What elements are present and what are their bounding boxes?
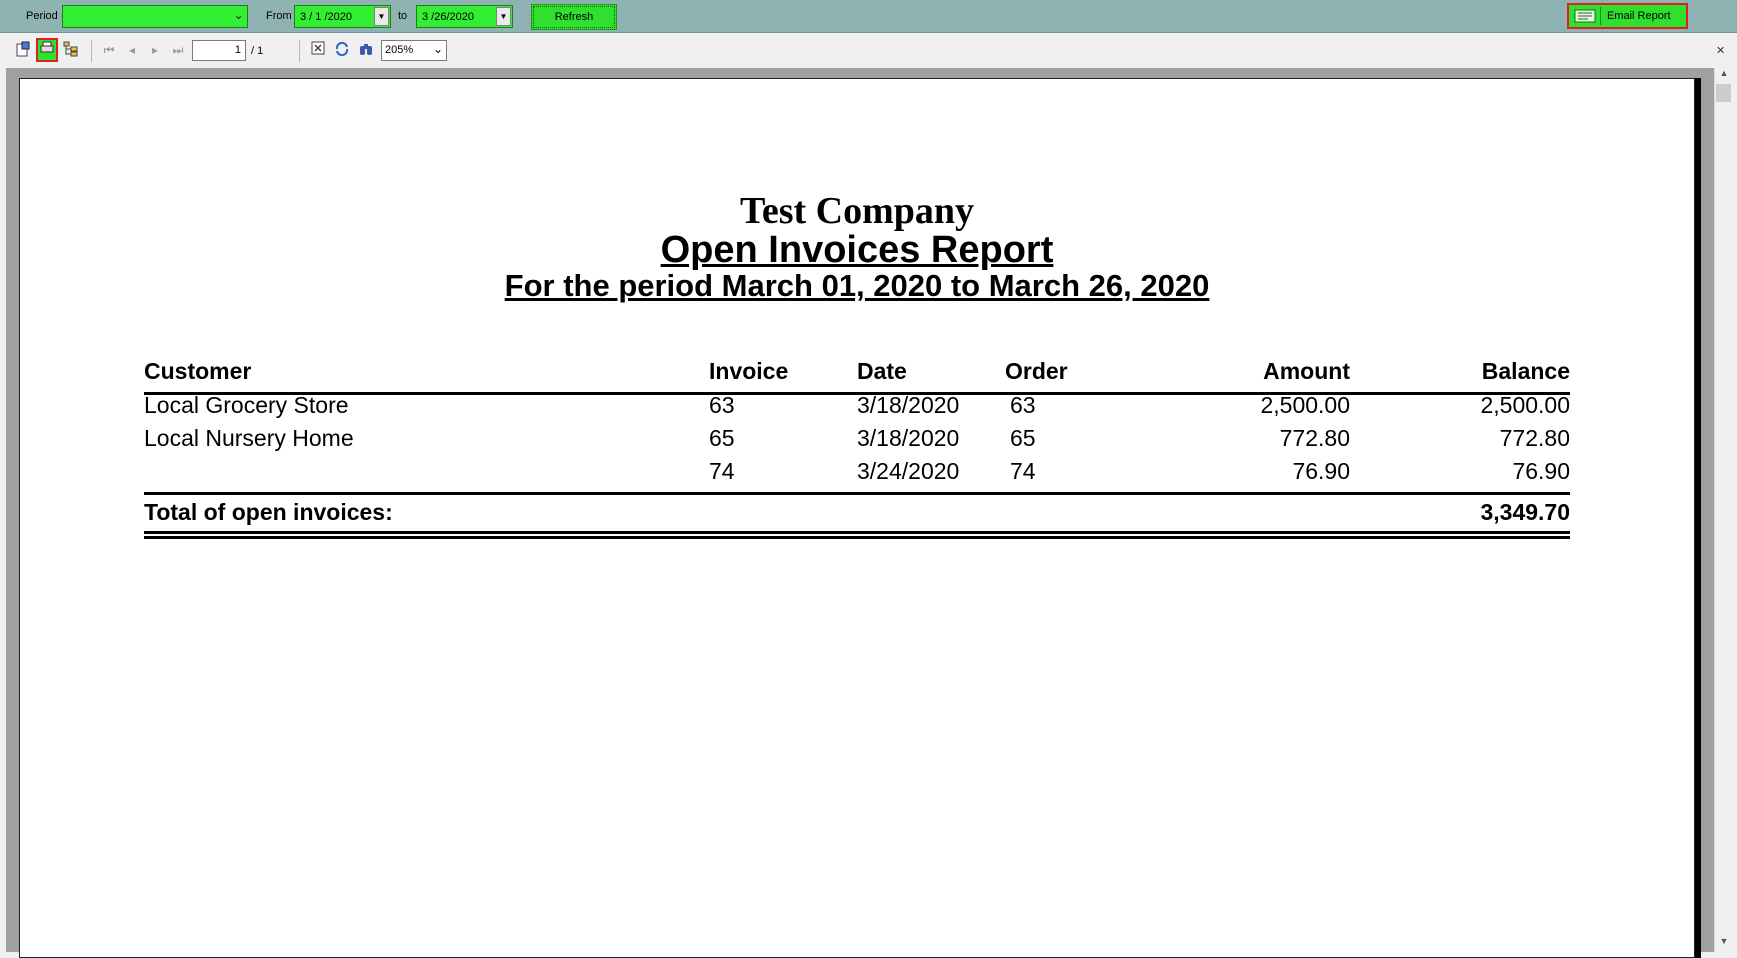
email-list-icon[interactable] bbox=[1571, 7, 1601, 25]
scroll-thumb[interactable] bbox=[1716, 84, 1731, 102]
row1-balance: 2,500.00 bbox=[1480, 392, 1570, 418]
row3-amount: 76.90 bbox=[1292, 458, 1350, 484]
find-binoculars-icon[interactable] bbox=[357, 41, 375, 59]
export-icon[interactable] bbox=[14, 41, 32, 59]
stop-icon[interactable] bbox=[309, 41, 327, 59]
report-page: Test Company Open Invoices Report For th… bbox=[19, 78, 1695, 958]
page-total: / 1 bbox=[251, 45, 264, 57]
chevron-down-icon: ⌄ bbox=[432, 42, 443, 56]
col-balance: Balance bbox=[1481, 358, 1570, 384]
row3-order: 74 bbox=[1010, 458, 1036, 484]
scroll-down-icon[interactable]: ▼ bbox=[1715, 936, 1733, 952]
chevron-down-icon: ⌄ bbox=[233, 8, 244, 22]
filter-bar: Period ⌄ From 3 / 1 /2020 ▼ to 3 /26/202… bbox=[0, 0, 1737, 33]
row2-customer: Local Nursery Home bbox=[144, 425, 354, 451]
print-icon[interactable] bbox=[36, 38, 58, 62]
next-page-icon[interactable]: ▸ bbox=[146, 41, 164, 59]
row2-invoice: 65 bbox=[709, 425, 735, 451]
last-page-icon[interactable]: ⏭ bbox=[169, 41, 187, 59]
from-date-picker[interactable]: 3 / 1 /2020 ▼ bbox=[294, 5, 391, 28]
row1-order: 63 bbox=[1010, 392, 1036, 418]
email-report-button[interactable]: Email Report bbox=[1607, 10, 1671, 22]
row2-date: 3/18/2020 bbox=[857, 425, 960, 451]
row2-balance: 772.80 bbox=[1499, 425, 1570, 451]
period-dropdown[interactable]: ⌄ bbox=[62, 5, 248, 28]
col-date: Date bbox=[857, 358, 907, 384]
row1-invoice: 63 bbox=[709, 392, 735, 418]
email-report-group[interactable]: Email Report bbox=[1567, 3, 1688, 29]
group-tree-icon[interactable] bbox=[62, 41, 80, 59]
row3-balance: 76.90 bbox=[1512, 458, 1570, 484]
report-period: For the period March 01, 2020 to March 2… bbox=[504, 268, 1210, 303]
col-customer: Customer bbox=[144, 358, 252, 384]
row1-date: 3/18/2020 bbox=[857, 392, 960, 418]
from-label: From bbox=[266, 10, 292, 22]
total-rule bbox=[144, 492, 1570, 495]
row2-order: 65 bbox=[1010, 425, 1036, 451]
dropdown-arrow-icon[interactable]: ▼ bbox=[496, 7, 511, 26]
col-order: Order bbox=[1005, 358, 1068, 384]
double-rule-top bbox=[144, 531, 1570, 534]
report-title: Open Invoices Report bbox=[660, 229, 1054, 271]
col-amount: Amount bbox=[1263, 358, 1350, 384]
company-name: Test Company bbox=[739, 190, 975, 232]
total-value: 3,349.70 bbox=[1480, 499, 1570, 525]
row1-customer: Local Grocery Store bbox=[144, 392, 349, 418]
toolbar-separator bbox=[299, 40, 300, 62]
prev-page-icon[interactable]: ◂ bbox=[123, 41, 141, 59]
page-number-input[interactable]: 1 bbox=[192, 40, 246, 61]
row1-amount: 2,500.00 bbox=[1260, 392, 1350, 418]
viewer-toolbar: ⏮ ◂ ▸ ⏭ 1 / 1 205% ⌄ ✕ bbox=[0, 34, 1737, 66]
close-icon[interactable]: ✕ bbox=[1716, 44, 1725, 57]
first-page-icon[interactable]: ⏮ bbox=[100, 41, 118, 59]
row3-date: 3/24/2020 bbox=[857, 458, 960, 484]
vertical-scrollbar[interactable]: ▲ ▼ bbox=[1714, 68, 1732, 952]
toolbar-separator bbox=[91, 40, 92, 62]
to-date-picker[interactable]: 3 /26/2020 ▼ bbox=[416, 5, 513, 28]
zoom-dropdown[interactable]: 205% ⌄ bbox=[381, 40, 447, 61]
dropdown-arrow-icon[interactable]: ▼ bbox=[374, 7, 389, 26]
period-label: Period bbox=[26, 10, 58, 22]
report-viewport: Test Company Open Invoices Report For th… bbox=[6, 68, 1714, 958]
refresh-icon[interactable] bbox=[333, 41, 351, 59]
to-label: to bbox=[398, 10, 408, 22]
col-invoice: Invoice bbox=[709, 358, 789, 384]
row3-invoice: 74 bbox=[709, 458, 735, 484]
row2-amount: 772.80 bbox=[1279, 425, 1350, 451]
refresh-button[interactable]: Refresh bbox=[531, 4, 617, 30]
double-rule-bottom bbox=[144, 536, 1570, 539]
scroll-up-icon[interactable]: ▲ bbox=[1715, 68, 1733, 84]
total-label: Total of open invoices: bbox=[144, 499, 393, 525]
